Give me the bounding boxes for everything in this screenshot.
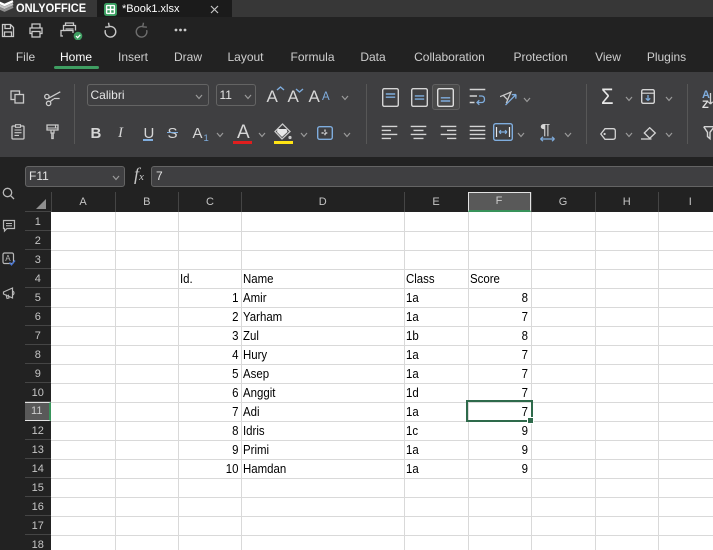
svg-text:A: A xyxy=(5,254,11,263)
